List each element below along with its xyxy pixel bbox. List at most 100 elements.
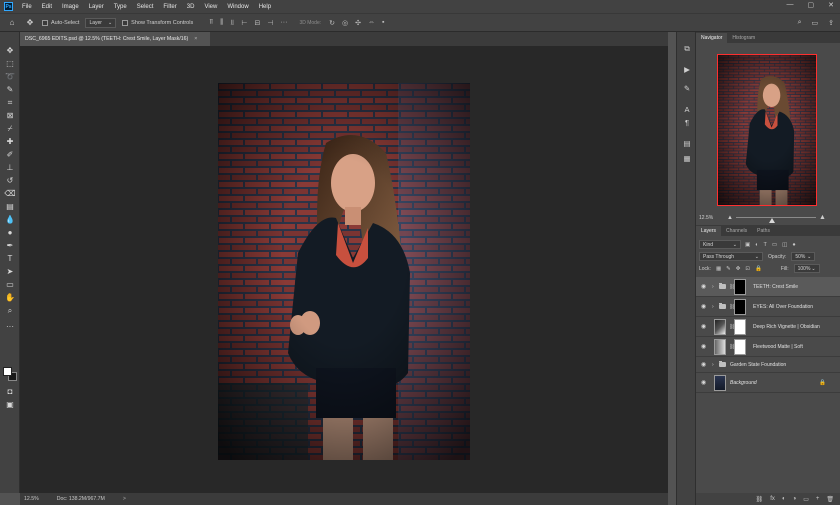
menu-file[interactable]: File [17, 4, 37, 10]
filter-adjustment-icon[interactable]: ◐ [755, 242, 758, 248]
visibility-eye-icon[interactable]: ◉ [700, 283, 707, 290]
healing-brush-tool-icon[interactable]: ✚ [4, 137, 16, 147]
layer-row[interactable]: ◉ › ⛓ EYES: All Over Foundation [696, 297, 840, 317]
navigator-preview[interactable] [717, 54, 817, 206]
libraries-panel-icon[interactable]: ▦ [682, 154, 692, 164]
tab-histogram[interactable]: Histogram [727, 33, 760, 43]
new-adjustment-icon[interactable]: ◑ [793, 496, 797, 502]
path-selection-tool-icon[interactable]: ➤ [4, 267, 16, 277]
lasso-tool-icon[interactable]: ➰ [4, 72, 16, 82]
auto-select-target-dropdown[interactable]: Layer ⌄ [85, 17, 117, 28]
zoom-in-icon[interactable]: ▲ [819, 214, 826, 221]
tab-paths[interactable]: Paths [752, 226, 775, 236]
type-tool-icon[interactable]: T [4, 254, 16, 264]
lock-position-icon[interactable]: ✥ [736, 266, 741, 272]
more-options-icon[interactable]: ··· [280, 19, 287, 27]
layer-mask-thumbnail[interactable] [734, 299, 746, 315]
delete-layer-icon[interactable]: 🗑 [826, 496, 834, 503]
link-layers-icon[interactable]: ⛓ [756, 496, 764, 503]
blur-tool-icon[interactable]: 💧 [4, 215, 16, 225]
frame-tool-icon[interactable]: ⊠ [4, 111, 16, 121]
filter-toggle-icon[interactable]: ● [792, 242, 795, 248]
3d-roll-icon[interactable]: ◎ [342, 19, 348, 27]
visibility-eye-icon[interactable]: ◉ [700, 379, 707, 386]
layer-row[interactable]: ◉ Background 🔒 [696, 373, 840, 393]
menu-type[interactable]: Type [109, 4, 132, 10]
3d-scale-icon[interactable]: ▪ [382, 19, 384, 27]
lock-artboard-icon[interactable]: ⊡ [745, 266, 750, 272]
dodge-tool-icon[interactable]: ● [4, 228, 16, 238]
move-tool-icon[interactable]: ✥ [4, 46, 16, 56]
eyedropper-tool-icon[interactable]: ⌿ [4, 124, 16, 134]
status-expand-icon[interactable]: > [123, 496, 126, 502]
group-expand-icon[interactable]: › [712, 284, 714, 290]
close-icon[interactable]: × [194, 36, 197, 42]
menu-edit[interactable]: Edit [37, 4, 57, 10]
visibility-eye-icon[interactable]: ◉ [700, 323, 707, 330]
menu-select[interactable]: Select [132, 4, 159, 10]
layer-row[interactable]: ◉ › ⛓ TEETH: Crest Smile [696, 277, 840, 297]
menu-image[interactable]: Image [57, 4, 84, 10]
align-hcenter-icon[interactable]: ⊟ [254, 19, 260, 27]
status-zoom[interactable]: 12.5% [24, 496, 39, 502]
layer-mask-thumbnail[interactable] [734, 339, 746, 355]
adjustment-thumbnail[interactable] [714, 319, 726, 335]
quick-select-tool-icon[interactable]: ✎ [4, 85, 16, 95]
menu-help[interactable]: Help [254, 4, 276, 10]
edit-toolbar-icon[interactable]: ··· [4, 322, 16, 332]
zoom-slider-thumb[interactable] [769, 218, 775, 223]
group-expand-icon[interactable]: › [712, 304, 714, 310]
tab-navigator[interactable]: Navigator [696, 33, 728, 43]
layer-filter-dropdown[interactable]: Kind ⌄ [699, 240, 741, 249]
fill-input[interactable]: 100% ⌄ [793, 264, 820, 273]
align-left-icon[interactable]: ⊢ [241, 19, 247, 27]
layer-mask-thumbnail[interactable] [734, 279, 746, 295]
properties-panel-icon[interactable]: ▤ [682, 139, 692, 149]
filter-pixel-icon[interactable]: ▣ [745, 242, 750, 248]
opacity-input[interactable]: 50% ⌄ [791, 252, 816, 261]
layer-mask-thumbnail[interactable] [734, 319, 746, 335]
share-icon[interactable]: ⇪ [828, 19, 834, 27]
history-panel-icon[interactable]: ⧉ [682, 44, 692, 54]
adjustment-thumbnail[interactable] [714, 339, 726, 355]
filter-type-icon[interactable]: T [764, 242, 767, 248]
eraser-tool-icon[interactable]: ⌫ [4, 189, 16, 199]
new-layer-icon[interactable]: + [816, 496, 820, 502]
group-expand-icon[interactable]: › [712, 362, 714, 368]
pen-tool-icon[interactable]: ✒ [4, 241, 16, 251]
move-tool-icon[interactable]: ✥ [24, 18, 36, 27]
auto-select-checkbox[interactable]: Auto-Select [42, 19, 79, 26]
hand-tool-icon[interactable]: ✋ [4, 293, 16, 303]
maximize-icon[interactable]: ▢ [808, 1, 815, 9]
menu-3d[interactable]: 3D [182, 4, 200, 10]
paragraph-panel-icon[interactable]: ¶ [682, 118, 692, 128]
home-icon[interactable]: ⌂ [6, 18, 18, 27]
menu-filter[interactable]: Filter [158, 4, 181, 10]
lock-transparency-icon[interactable]: ▦ [716, 266, 721, 272]
document-canvas-photo[interactable] [218, 83, 470, 460]
3d-slide-icon[interactable]: ⇔ [368, 19, 375, 27]
layer-row[interactable]: ◉ › Garden State Foundation [696, 357, 840, 373]
visibility-eye-icon[interactable]: ◉ [700, 361, 707, 368]
screen-mode-icon[interactable]: ▣ [4, 400, 16, 410]
document-tab[interactable]: DSC_6965 EDITS.psd @ 12.5% (TEETH: Crest… [20, 32, 210, 46]
history-brush-tool-icon[interactable]: ↺ [4, 176, 16, 186]
new-group-icon[interactable]: ▭ [803, 496, 809, 503]
foreground-color-swatch[interactable] [3, 367, 12, 376]
workspace-icon[interactable]: ▭ [812, 19, 819, 27]
align-top-icon[interactable]: ⫪ [209, 19, 213, 27]
shape-tool-icon[interactable]: ▭ [4, 280, 16, 290]
blend-mode-dropdown[interactable]: Pass Through ⌄ [699, 252, 763, 261]
navigator-zoom-value[interactable]: 12.5% [699, 215, 713, 221]
clone-stamp-tool-icon[interactable]: ⊥ [4, 163, 16, 173]
3d-orbit-icon[interactable]: ↻ [329, 19, 335, 27]
marquee-tool-icon[interactable]: ⬚ [4, 59, 16, 69]
layer-style-icon[interactable]: fx [770, 496, 775, 502]
tab-layers[interactable]: Layers [696, 226, 722, 236]
zoom-slider[interactable] [736, 217, 816, 223]
visibility-eye-icon[interactable]: ◉ [700, 343, 707, 350]
quick-mask-icon[interactable]: ◘ [4, 387, 16, 397]
zoom-tool-icon[interactable]: ⌕ [4, 306, 16, 316]
brush-settings-icon[interactable]: ✎ [682, 84, 692, 94]
zoom-out-icon[interactable]: ▲ [727, 215, 733, 221]
